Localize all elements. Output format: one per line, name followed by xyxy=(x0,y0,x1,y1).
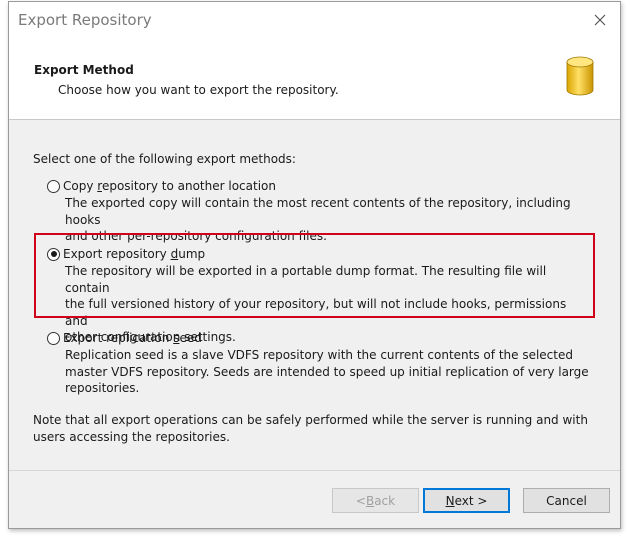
option-label: Export repository dump xyxy=(63,247,206,261)
wizard-header: Export Method Choose how you want to exp… xyxy=(9,38,620,120)
radio-button[interactable] xyxy=(47,331,60,345)
radio-copy-repository[interactable]: Copy repository to another location xyxy=(47,177,276,195)
option-label: Export replication seed xyxy=(63,331,202,345)
database-icon xyxy=(566,56,594,96)
radio-button-selected[interactable] xyxy=(47,247,60,261)
option-description: The exported copy will contain the most … xyxy=(65,196,571,243)
note-text: Note that all export operations can be s… xyxy=(33,413,588,444)
intro-text: Select one of the following export metho… xyxy=(33,152,296,166)
close-button[interactable] xyxy=(586,6,614,34)
close-icon xyxy=(594,14,606,26)
next-button[interactable]: Next > xyxy=(423,488,510,513)
radio-button[interactable] xyxy=(47,179,60,193)
radio-replication-seed[interactable]: Export replication seed xyxy=(47,329,202,347)
page-subtitle: Choose how you want to export the reposi… xyxy=(58,83,339,97)
export-repository-dialog: Export Repository Export Method Choose h… xyxy=(8,1,621,529)
option-label: Copy repository to another location xyxy=(63,179,276,193)
footer-divider xyxy=(9,470,620,471)
option-description: Replication seed is a slave VDFS reposit… xyxy=(65,348,589,395)
title-bar: Export Repository xyxy=(9,2,620,38)
radio-export-dump[interactable]: Export repository dump xyxy=(47,245,205,263)
back-button[interactable]: < Back xyxy=(332,488,419,513)
page-title: Export Method xyxy=(34,63,134,77)
window-title: Export Repository xyxy=(18,11,152,29)
cancel-button[interactable]: Cancel xyxy=(523,488,610,513)
